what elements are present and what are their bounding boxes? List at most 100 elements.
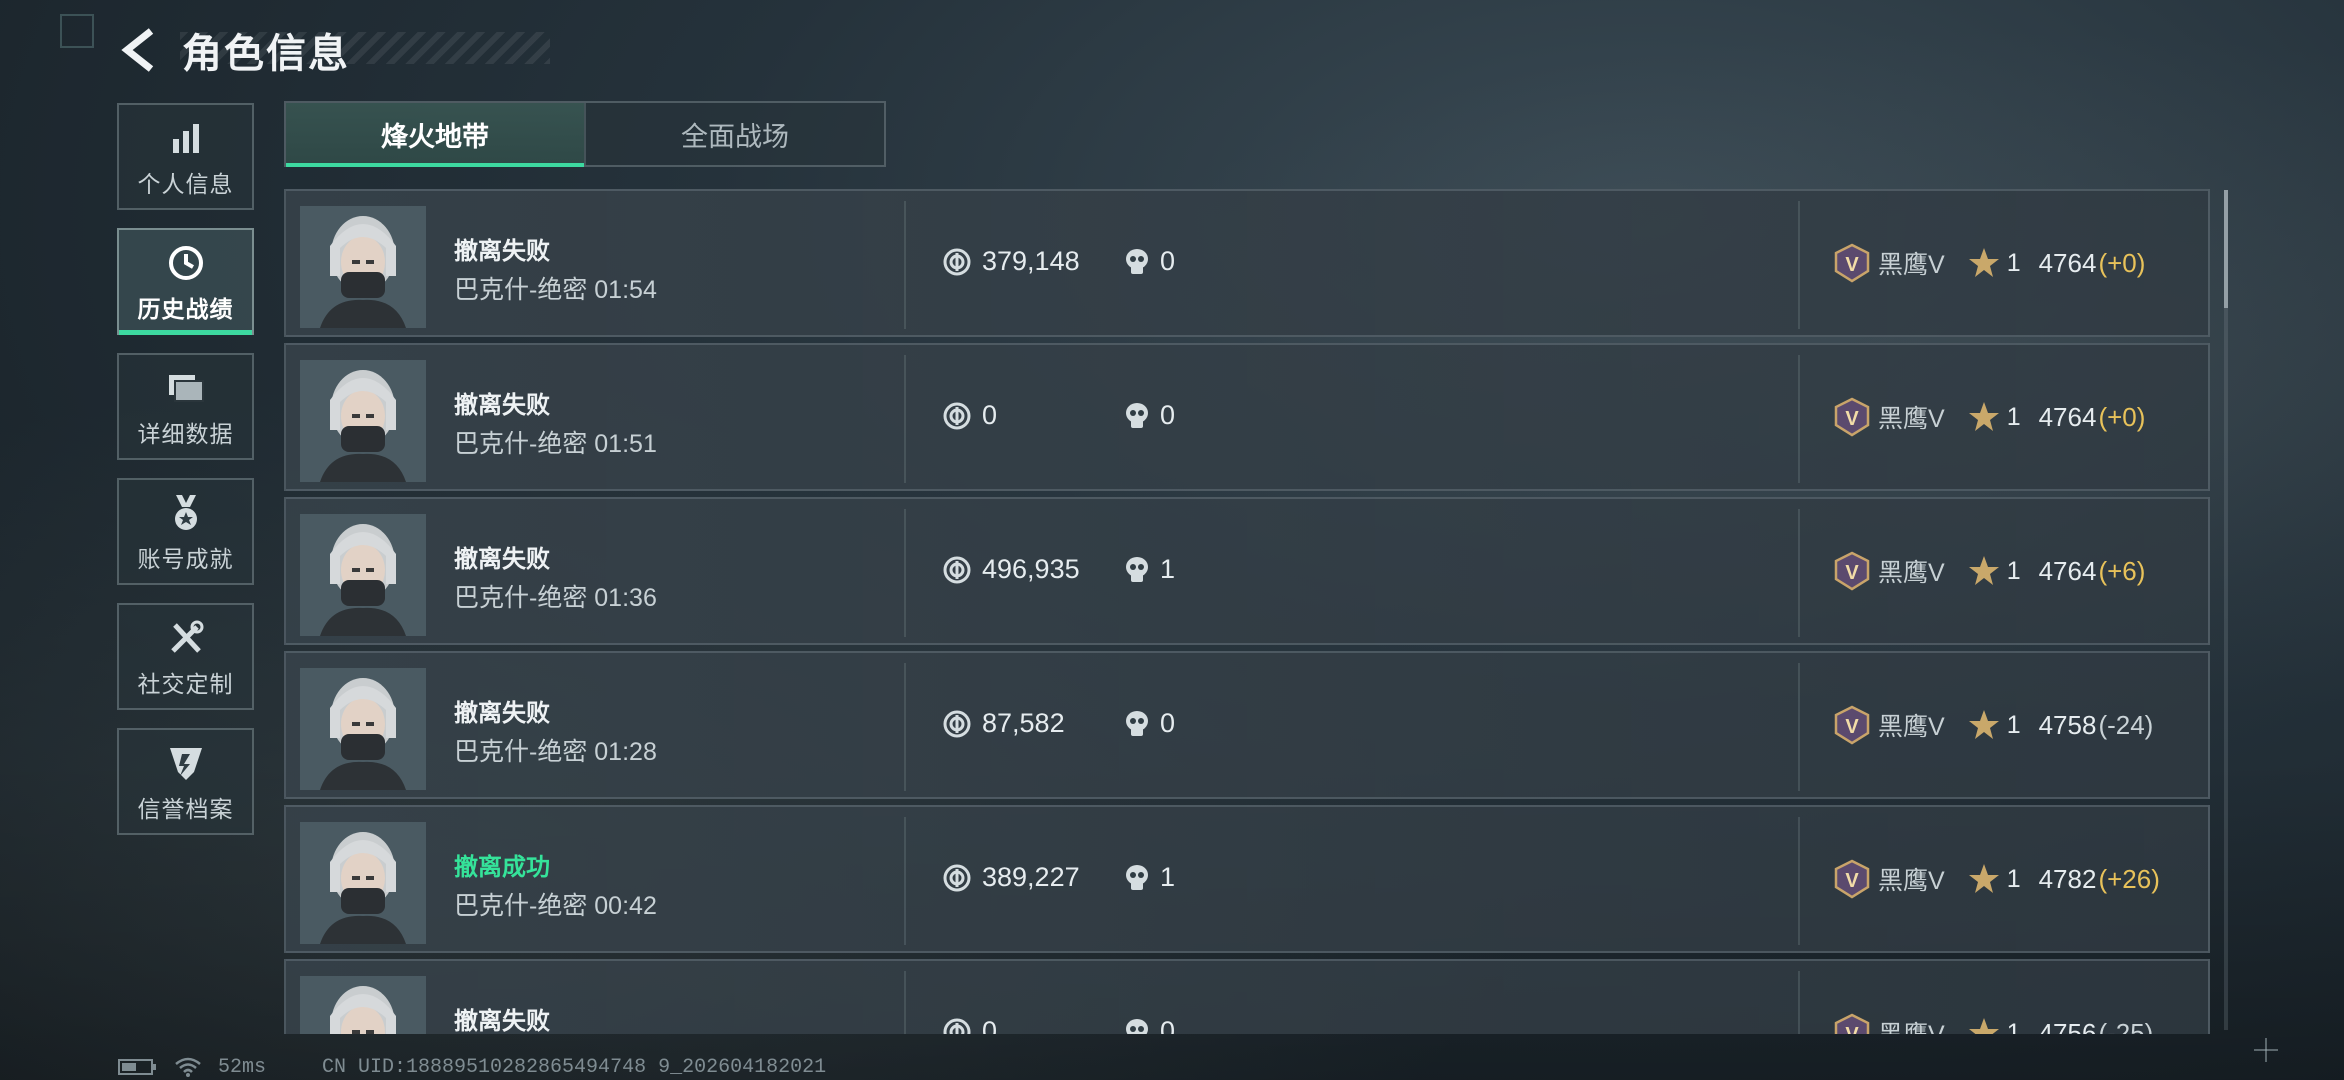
- map-name: 巴克什-绝密: [454, 584, 588, 612]
- scrollbar-thumb[interactable]: [2224, 190, 2228, 308]
- match-duration: 00:42: [594, 892, 657, 920]
- kill-count-text: 0: [1160, 1016, 1176, 1034]
- tools-icon: [167, 615, 205, 661]
- sidebar-item-label: 详细数据: [137, 420, 234, 447]
- wifi-icon: [175, 1057, 201, 1077]
- divider: [1798, 663, 1800, 791]
- extraction-result: 撤离失败: [454, 700, 550, 727]
- skull-icon: [1126, 1018, 1148, 1034]
- star-count: 1: [2006, 864, 2021, 893]
- match-row[interactable]: 撤离失败 巴克什-绝密 01:54 379,148 0 V 黑鹰V 1 4764…: [284, 189, 2210, 337]
- map-and-duration: 巴克什-绝密 01:36: [454, 578, 657, 614]
- loot-value-text: 496,935: [982, 554, 1080, 584]
- loot-value-text: 389,227: [982, 862, 1080, 892]
- score-change: (+6): [2098, 555, 2146, 586]
- back-button[interactable]: [118, 25, 158, 75]
- skull-icon: [1126, 864, 1148, 890]
- sidebar-item-history[interactable]: 历史战绩: [117, 228, 254, 335]
- rank-name: 黑鹰V: [1878, 1015, 1945, 1034]
- star-count: 1: [2006, 402, 2021, 431]
- coin-icon: [943, 864, 971, 891]
- rank-score: 4764: [2038, 555, 2097, 586]
- operator-avatar: [300, 360, 426, 482]
- match-duration: 01:51: [594, 430, 657, 458]
- operator-avatar: [300, 514, 426, 636]
- rank-info: V 黑鹰V 1 4756(-25): [1832, 1013, 2153, 1034]
- sidebar-item-social[interactable]: 社交定制: [117, 603, 254, 710]
- medal-icon: [168, 490, 204, 536]
- svg-text:V: V: [1845, 716, 1859, 738]
- loot-value-text: 87,582: [982, 708, 1065, 738]
- star-count: 1: [2006, 248, 2021, 277]
- sidebar-item-label: 个人信息: [137, 170, 234, 197]
- loot-value: 87,582: [942, 708, 1065, 739]
- score-change: (+0): [2098, 401, 2146, 432]
- sidebar-item-achievements[interactable]: 账号成就: [117, 478, 254, 585]
- rank-badge-icon: V: [1834, 551, 1870, 591]
- star-icon: [1968, 864, 1999, 893]
- sidebar-item-details[interactable]: 详细数据: [117, 353, 254, 460]
- rank-badge-icon: V: [1834, 397, 1870, 437]
- rank-name: 黑鹰V: [1878, 559, 1945, 587]
- map-and-duration: 巴克什-绝密 01:28: [454, 732, 657, 768]
- status-bar: 52ms CN UID:18889510282865494748 9_20260…: [118, 1055, 842, 1079]
- star-icon: [1968, 710, 1999, 739]
- tab-full-battlefield[interactable]: 全面战场: [584, 103, 884, 165]
- kill-count-text: 0: [1160, 400, 1176, 430]
- sidebar-item-label: 信誉档案: [137, 795, 234, 822]
- svg-text:V: V: [1845, 408, 1859, 430]
- map-name: 巴克什-绝密: [454, 430, 588, 458]
- sidebar-item-label: 历史战绩: [137, 295, 234, 322]
- rank-info: V 黑鹰V 1 4764 (+0): [1832, 397, 2145, 437]
- folder-icon: [167, 365, 205, 411]
- tab-beacon-zone[interactable]: 烽火地带: [286, 103, 584, 167]
- coin-icon: [943, 710, 971, 737]
- page-header: 角色信息: [118, 22, 550, 78]
- match-row[interactable]: 撤离失败 巴克什-绝密 01:28 87,582 0 V 黑鹰V 1 4758(…: [284, 651, 2210, 799]
- divider: [1798, 817, 1800, 945]
- rank-badge-icon: V: [1834, 705, 1870, 745]
- divider: [904, 817, 906, 945]
- operator-avatar: [300, 976, 426, 1034]
- skull-icon: [1126, 248, 1148, 274]
- star-count: 1: [2006, 1018, 2021, 1035]
- coin-icon: [943, 1018, 971, 1034]
- battery-icon: [118, 1059, 156, 1075]
- match-row[interactable]: 撤离失败 巴克什-绝密 01:36 496,935 1 V 黑鹰V 1 4764…: [284, 497, 2210, 645]
- divider: [904, 509, 906, 637]
- extraction-result: 撤离失败: [454, 238, 550, 265]
- kill-count: 1: [1124, 862, 1175, 893]
- match-row[interactable]: 撤离成功 巴克什-绝密 00:42 389,227 1 V 黑鹰V 1 4782…: [284, 805, 2210, 953]
- match-row[interactable]: 撤离失败 0 0 V 黑鹰V 1 4756(-25): [284, 959, 2210, 1034]
- scrollbar[interactable]: [2224, 190, 2228, 1030]
- back-arrow-icon: [121, 28, 154, 72]
- score-change: (-25): [2098, 1017, 2154, 1035]
- kill-count: 1: [1124, 554, 1175, 585]
- extraction-result: 撤离失败: [454, 392, 550, 419]
- skull-icon: [1126, 556, 1148, 582]
- sidebar-item-profile[interactable]: 个人信息: [117, 103, 254, 210]
- loot-value: 0: [942, 1016, 997, 1034]
- rank-score: 4756: [2038, 1017, 2097, 1035]
- clock-icon: [166, 240, 206, 286]
- rank-info: V 黑鹰V 1 4764 (+0): [1832, 243, 2145, 283]
- sidebar-item-label: 账号成就: [137, 545, 234, 572]
- score-change: (-24): [2098, 709, 2154, 740]
- rank-name: 黑鹰V: [1878, 251, 1945, 279]
- kill-count-text: 0: [1160, 246, 1176, 276]
- divider: [904, 663, 906, 791]
- divider: [904, 201, 906, 329]
- match-row[interactable]: 撤离失败 巴克什-绝密 01:51 0 0 V 黑鹰V 1 4764 (+0): [284, 343, 2210, 491]
- match-duration: 01:36: [594, 584, 657, 612]
- divider: [1798, 201, 1800, 329]
- kill-count-text: 1: [1160, 554, 1176, 584]
- map-name: 巴克什-绝密: [454, 738, 588, 766]
- uid-text: CN UID:18889510282865494748 9_2026041820…: [322, 1055, 827, 1079]
- sidebar-item-credit[interactable]: 信誉档案: [117, 728, 254, 835]
- divider: [1798, 509, 1800, 637]
- star-icon: [1968, 556, 1999, 585]
- mode-tabs: 烽火地带 全面战场: [284, 101, 886, 167]
- svg-text:V: V: [1845, 870, 1859, 892]
- rank-info: V 黑鹰V 1 4782 (+26): [1832, 859, 2160, 899]
- star-count: 1: [2006, 710, 2021, 739]
